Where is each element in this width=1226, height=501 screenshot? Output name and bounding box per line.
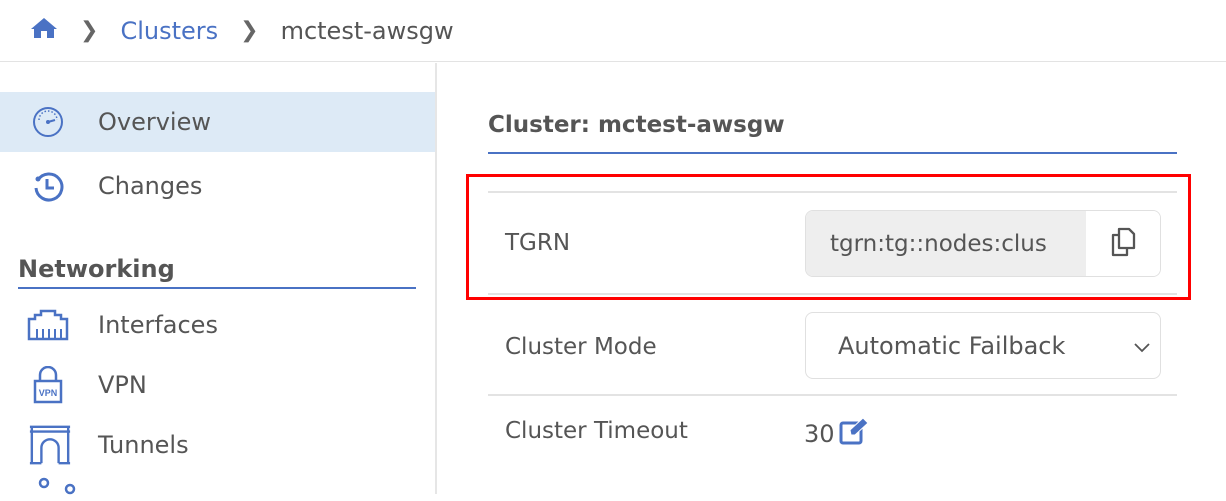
chevron-right-icon: ❯ <box>240 18 259 43</box>
chevron-right-icon: ❯ <box>80 18 99 43</box>
breadcrumb-current: mctest-awsgw <box>280 16 454 45</box>
sidebar-item-label: Overview <box>98 108 211 136</box>
tunnel-icon <box>28 425 72 465</box>
sidebar-item-interfaces[interactable]: Interfaces <box>0 295 435 355</box>
cluster-timeout-label: Cluster Timeout <box>505 418 688 444</box>
edit-icon[interactable] <box>839 417 869 451</box>
divider <box>488 394 1177 396</box>
sidebar-item-vpn[interactable]: VPN VPN <box>0 355 435 415</box>
sidebar-item-label: Interfaces <box>98 311 218 339</box>
sidebar-item-label: VPN <box>98 371 147 399</box>
cluster-timeout-value: 30 <box>804 420 835 448</box>
ethernet-port-icon <box>26 305 70 345</box>
section-heading-networking: Networking <box>18 255 416 289</box>
sidebar: Overview Changes Networking Interfaces V… <box>0 63 437 495</box>
home-icon[interactable] <box>30 16 58 46</box>
svg-text:VPN: VPN <box>39 388 58 398</box>
cluster-mode-value: Automatic Failback <box>838 331 1066 360</box>
gauge-icon <box>26 102 70 142</box>
page-title: Cluster: mctest-awsgw <box>488 112 1177 154</box>
breadcrumb-clusters-link[interactable]: Clusters <box>120 17 218 45</box>
sidebar-item-changes[interactable]: Changes <box>0 156 435 216</box>
history-icon <box>26 166 70 206</box>
sidebar-item-tunnels[interactable]: Tunnels <box>0 415 435 475</box>
sidebar-item-overview[interactable]: Overview <box>0 92 435 152</box>
chevron-down-icon <box>1132 335 1152 363</box>
cluster-mode-select[interactable]: Automatic Failback <box>805 312 1161 379</box>
vpn-lock-icon: VPN <box>26 365 70 405</box>
highlight-box <box>466 174 1191 300</box>
network-nodes-icon <box>36 477 80 501</box>
breadcrumb: ❯ Clusters ❯ mctest-awsgw <box>0 0 1226 62</box>
cluster-mode-label: Cluster Mode <box>505 334 657 360</box>
sidebar-item-label: Tunnels <box>98 431 189 459</box>
sidebar-item-label: Changes <box>98 172 203 200</box>
